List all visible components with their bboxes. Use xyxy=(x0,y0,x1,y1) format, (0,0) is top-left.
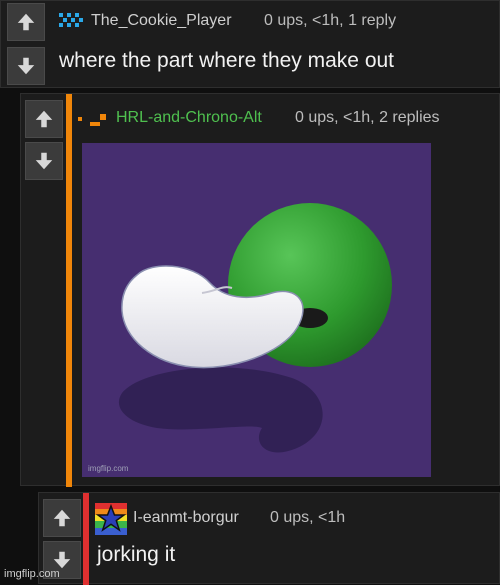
upvote-button[interactable] xyxy=(25,100,63,138)
comment-text: where the part where they make out xyxy=(59,49,395,72)
comment-username[interactable]: HRL-and-Chrono-Alt xyxy=(116,109,262,127)
image-watermark: imgflip.com xyxy=(88,464,129,473)
comment-2: HRL-and-Chrono-Alt 0 ups, <1h, 2 replies xyxy=(20,93,500,487)
reply-accent-bar xyxy=(66,94,72,487)
arrow-up-icon xyxy=(35,110,53,128)
imgflip-watermark: imgflip.com xyxy=(4,568,60,580)
downvote-button[interactable] xyxy=(7,47,45,85)
user-avatar-icon xyxy=(78,114,106,126)
reply-accent-bar xyxy=(83,493,89,585)
comment-username[interactable]: The_Cookie_Player xyxy=(91,12,232,30)
meme-image[interactable]: imgflip.com xyxy=(82,143,431,477)
arrow-up-icon xyxy=(53,509,71,527)
bean-and-ball-image xyxy=(82,143,431,477)
comment-3: I-eanmt-borgur 0 ups, <1h jorking it xyxy=(38,492,500,585)
arrow-down-icon xyxy=(35,152,53,170)
comment-meta: 0 ups, <1h, 2 replies xyxy=(295,109,440,126)
arrow-down-icon xyxy=(17,57,35,75)
comment-text: jorking it xyxy=(97,543,176,566)
rainbow-star-avatar-icon xyxy=(95,503,127,535)
comment-1: The_Cookie_Player 0 ups, <1h, 1 reply wh… xyxy=(0,0,500,88)
downvote-button[interactable] xyxy=(25,142,63,180)
comment-meta: 0 ups, <1h, 1 reply xyxy=(264,12,397,29)
comment-meta: 0 ups, <1h xyxy=(270,509,346,526)
user-avatar-icon xyxy=(59,13,83,27)
comment-username[interactable]: I-eanmt-borgur xyxy=(133,509,239,527)
upvote-button[interactable] xyxy=(7,3,45,41)
arrow-up-icon xyxy=(17,13,35,31)
upvote-button[interactable] xyxy=(43,499,81,537)
